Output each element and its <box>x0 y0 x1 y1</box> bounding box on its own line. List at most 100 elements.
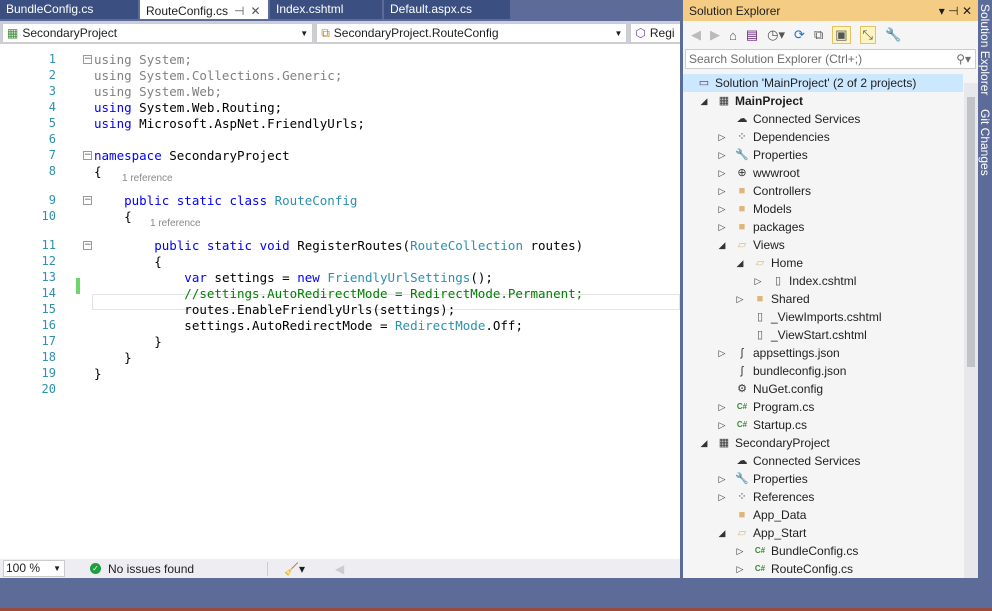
cleanup-brush-icon[interactable]: 🧹▾ <box>284 562 305 576</box>
code-line[interactable]: { <box>94 209 132 224</box>
expand-arrow-icon[interactable]: ▷ <box>717 182 727 200</box>
code-line[interactable]: settings.AutoRedirectMode = RedirectMode… <box>94 318 523 333</box>
tree-item[interactable]: ▷ ʃ appsettings.json <box>683 344 963 362</box>
code-line[interactable]: routes.EnableFriendlyUrls(settings); <box>94 302 455 317</box>
expand-arrow-icon[interactable]: ▷ <box>717 128 727 146</box>
tree-item[interactable]: ▷ ■ packages <box>683 218 963 236</box>
vertical-scrollbar[interactable] <box>964 83 978 578</box>
tree-item[interactable]: ▷ ■ Controllers <box>683 182 963 200</box>
tree-item[interactable]: ◢ ▱ Views <box>683 236 963 254</box>
expand-arrow-icon[interactable]: ▷ <box>717 416 727 434</box>
scrollbar-thumb[interactable] <box>967 97 975 367</box>
tree-item[interactable]: ▷ C# BundleConfig.cs <box>683 542 963 560</box>
expanded-arrow-icon[interactable]: ◢ <box>717 524 727 542</box>
expand-arrow-icon[interactable]: ▷ <box>717 200 727 218</box>
tree-item[interactable]: ◢ ▱ Home <box>683 254 963 272</box>
tree-item[interactable]: ▷ C# Startup.cs <box>683 416 963 434</box>
expand-arrow-icon[interactable]: ▷ <box>735 560 745 578</box>
codelens-references[interactable]: 1 reference <box>122 173 173 184</box>
wrench-icon[interactable]: 🔧 <box>885 27 901 43</box>
code-line[interactable]: } <box>94 366 102 381</box>
sync-icon[interactable]: ⤡ <box>859 26 876 44</box>
expanded-arrow-icon[interactable]: ◢ <box>699 434 709 452</box>
collapse-toggle-icon[interactable]: − <box>83 196 92 205</box>
expand-arrow-icon[interactable]: ▷ <box>753 272 763 290</box>
code-line[interactable]: using System.Web.Routing; <box>94 100 282 115</box>
expand-arrow-icon[interactable]: ▷ <box>717 164 727 182</box>
code-line[interactable]: public static class RouteConfig <box>94 193 357 208</box>
close-icon[interactable]: ✕ <box>251 4 261 18</box>
expand-arrow-icon[interactable]: ▷ <box>735 290 745 308</box>
expand-arrow-icon[interactable]: ▷ <box>717 470 727 488</box>
show-all-files-icon[interactable]: ▣ <box>832 26 851 44</box>
collapse-toggle-icon[interactable]: − <box>83 151 92 160</box>
expand-arrow-icon[interactable]: ▷ <box>717 398 727 416</box>
codelens-references[interactable]: 1 reference <box>150 218 201 229</box>
side-tab-git-changes[interactable]: Git Changes <box>978 109 992 176</box>
code-line[interactable]: } <box>94 334 162 349</box>
code-line[interactable]: var settings = new FriendlyUrlSettings()… <box>94 270 493 285</box>
home-icon[interactable]: ⌂ <box>729 28 737 43</box>
tree-item[interactable]: ◢ ▱ App_Start <box>683 524 963 542</box>
refresh-icon[interactable]: ⟳ <box>794 27 805 43</box>
expand-arrow-icon[interactable]: ▷ <box>717 344 727 362</box>
back-icon[interactable]: ◀ <box>691 27 701 43</box>
tree-item[interactable]: ◢ ▦ MainProject <box>683 92 963 110</box>
tab-routeconfig-cs[interactable]: RouteConfig.cs ⊣ ✕ <box>140 0 268 19</box>
tree-item[interactable]: ⚙ NuGet.config <box>683 380 963 398</box>
expand-arrow-icon[interactable]: ▷ <box>717 146 727 164</box>
tree-item[interactable]: ▷ C# RouteConfig.cs <box>683 560 963 578</box>
tree-item[interactable]: ▭ Solution 'MainProject' (2 of 2 projects… <box>683 74 963 92</box>
collapse-all-icon[interactable]: ⧉ <box>814 27 823 43</box>
tree-item[interactable]: ▯ _ViewStart.cshtml <box>683 326 963 344</box>
expanded-arrow-icon[interactable]: ◢ <box>735 254 745 272</box>
code-line[interactable]: { <box>94 254 162 269</box>
expand-arrow-icon[interactable]: ▷ <box>735 542 745 560</box>
project-dropdown[interactable]: ▦ SecondaryProject ▼ <box>2 23 314 43</box>
tree-item[interactable]: ■ App_Data <box>683 506 963 524</box>
collapse-toggle-icon[interactable]: − <box>83 241 92 250</box>
member-dropdown[interactable]: ⬡ Regi <box>630 23 680 43</box>
tree-item[interactable]: ☁ Connected Services <box>683 110 963 128</box>
tree-item[interactable]: ▷ ■ Models <box>683 200 963 218</box>
search-icon[interactable]: ⚲▾ <box>956 50 971 68</box>
tree-item[interactable]: ▷ 🔧 Properties <box>683 146 963 164</box>
tab-index-cshtml[interactable]: Index.cshtml <box>270 0 382 19</box>
expanded-arrow-icon[interactable]: ◢ <box>699 92 709 110</box>
tree-item[interactable]: ▷ ⊕ wwwroot <box>683 164 963 182</box>
expand-arrow-icon[interactable]: ▷ <box>717 218 727 236</box>
tree-item[interactable]: ▷ ■ Shared <box>683 290 963 308</box>
search-input[interactable]: Search Solution Explorer (Ctrl+;) ⚲▾ <box>685 49 976 69</box>
history-icon[interactable]: ◷▾ <box>767 27 785 43</box>
expanded-arrow-icon[interactable]: ◢ <box>717 236 727 254</box>
tree-item[interactable]: ▷ ⁘ References <box>683 488 963 506</box>
code-line[interactable]: { <box>94 164 102 179</box>
window-menu-icon[interactable]: ▾ <box>939 4 945 18</box>
code-line[interactable]: using System; <box>94 52 192 67</box>
expand-arrow-icon[interactable]: ▷ <box>717 488 727 506</box>
issues-status[interactable]: No issues found <box>108 562 194 576</box>
scroll-left-icon[interactable]: ◀ <box>335 562 344 576</box>
side-tab-solution-explorer[interactable]: Solution Explorer <box>978 0 992 95</box>
zoom-dropdown[interactable]: 100 % ▼ <box>3 560 65 577</box>
code-line[interactable]: using System.Collections.Generic; <box>94 68 342 83</box>
tree-item[interactable]: ▷ C# Program.cs <box>683 398 963 416</box>
collapse-toggle-icon[interactable]: − <box>83 55 92 64</box>
tree-item[interactable]: ʃ bundleconfig.json <box>683 362 963 380</box>
code-line[interactable]: using Microsoft.AspNet.FriendlyUrls; <box>94 116 365 131</box>
code-line[interactable]: //settings.AutoRedirectMode = RedirectMo… <box>94 286 583 301</box>
code-line[interactable]: } <box>94 350 132 365</box>
tree-item[interactable]: ◢ ▦ SecondaryProject <box>683 434 963 452</box>
code-line[interactable]: using System.Web; <box>94 84 222 99</box>
class-dropdown[interactable]: ⧉ SecondaryProject.RouteConfig ▼ <box>316 23 628 43</box>
tree-item[interactable]: ▷ ▯ Index.cshtml <box>683 272 963 290</box>
tree-item[interactable]: ▷ 🔧 Properties <box>683 470 963 488</box>
forward-icon[interactable]: ▶ <box>710 27 720 43</box>
pin-icon[interactable]: ⊣ <box>948 4 958 18</box>
tree-item[interactable]: ▷ ⁘ Dependencies <box>683 128 963 146</box>
code-line[interactable]: namespace SecondaryProject <box>94 148 290 163</box>
code-editor[interactable]: 1 using System; 2 using System.Collections.… <box>0 44 680 559</box>
code-line[interactable]: public static void RegisterRoutes(RouteC… <box>94 238 583 253</box>
switch-views-icon[interactable]: ▤ <box>746 27 758 43</box>
tree-item[interactable]: ☁ Connected Services <box>683 452 963 470</box>
